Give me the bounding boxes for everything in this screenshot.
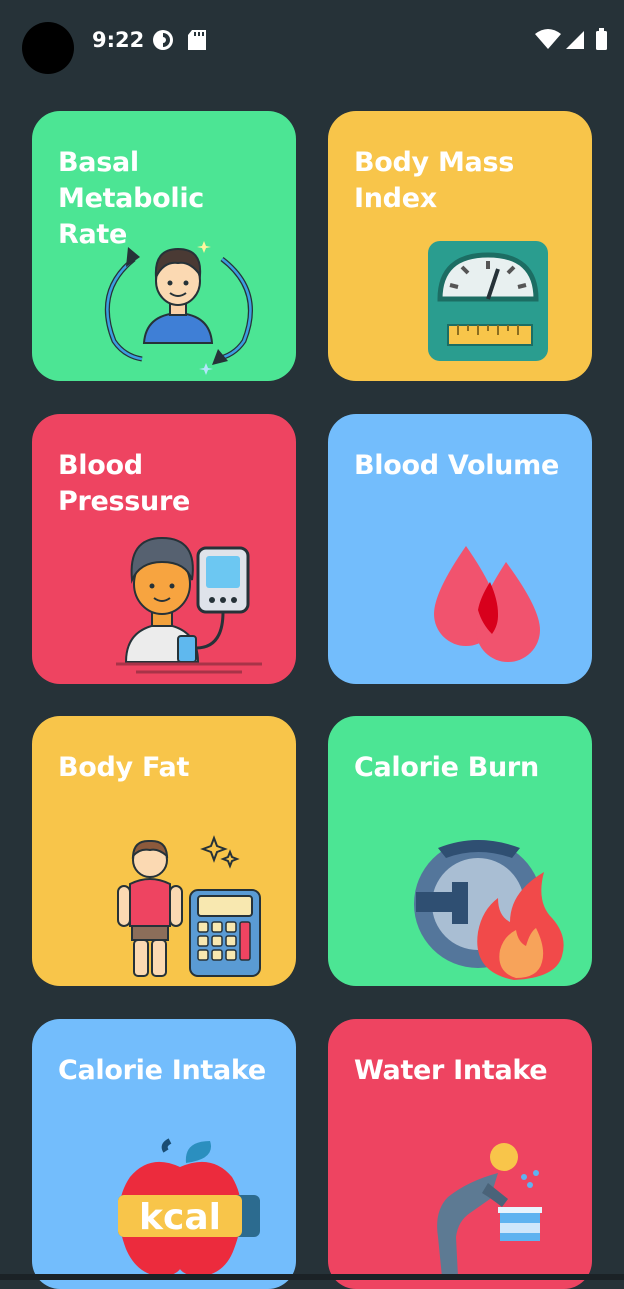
card-title-line: Blood Volume: [354, 450, 559, 481]
status-icons-right: [534, 28, 612, 57]
wifi-icon: [535, 29, 561, 49]
drinking-fountain-icon: [437, 1143, 542, 1277]
blood-pressure-monitor-icon: [116, 536, 262, 674]
card-water-intake[interactable]: Water Intake: [328, 1019, 592, 1289]
card-calorie-intake[interactable]: Calorie Intake kcal: [32, 1019, 296, 1289]
card-body-mass-index[interactable]: Body Mass Index: [328, 111, 592, 381]
card-blood-pressure[interactable]: Blood Pressure: [32, 414, 296, 684]
status-bar: 9:22: [0, 0, 624, 80]
data-saver-icon: [153, 30, 173, 50]
plate-fire-icon: [414, 840, 564, 980]
card-title: Calorie Intake: [58, 1053, 278, 1089]
card-title: Body Fat: [58, 750, 278, 786]
card-title-line: Blood Pressure: [58, 450, 191, 517]
card-body-fat[interactable]: Body Fat: [32, 716, 296, 986]
card-title: Water Intake: [354, 1053, 574, 1089]
status-time: 9:22: [92, 28, 145, 52]
weighing-scale-icon: [428, 241, 548, 361]
bottom-edge: [0, 1274, 624, 1280]
card-title: Blood Pressure: [58, 448, 278, 520]
body-fat-calculator-icon: [117, 835, 261, 977]
card-title: Blood Volume: [354, 448, 574, 484]
card-title-line: Body Fat: [58, 752, 190, 783]
card-title-line: Index: [354, 183, 437, 214]
card-basal-metabolic-rate[interactable]: Basal Metabolic Rate: [32, 111, 296, 381]
card-title-line: Calorie Burn: [354, 752, 539, 783]
blood-drops-icon: [434, 546, 540, 662]
card-title-line: Calorie Intake: [58, 1055, 266, 1086]
kcal-label: kcal: [139, 1197, 221, 1238]
battery-icon: [596, 28, 607, 50]
card-title-line: Water Intake: [354, 1055, 548, 1086]
cell-signal-icon: [566, 31, 584, 49]
card-blood-volume[interactable]: Blood Volume: [328, 414, 592, 684]
metabolism-person-icon: [104, 241, 253, 375]
front-camera: [22, 22, 74, 74]
card-title: Calorie Burn: [354, 750, 574, 786]
status-icons-left: [152, 29, 212, 56]
apple-kcal-icon: kcal: [118, 1138, 260, 1277]
card-title: Body Mass Index: [354, 145, 574, 217]
card-title-line: Basal: [58, 147, 139, 178]
card-calorie-burn[interactable]: Calorie Burn: [328, 716, 592, 986]
card-title-line: Body Mass: [354, 147, 514, 178]
sd-card-icon: [188, 30, 206, 50]
